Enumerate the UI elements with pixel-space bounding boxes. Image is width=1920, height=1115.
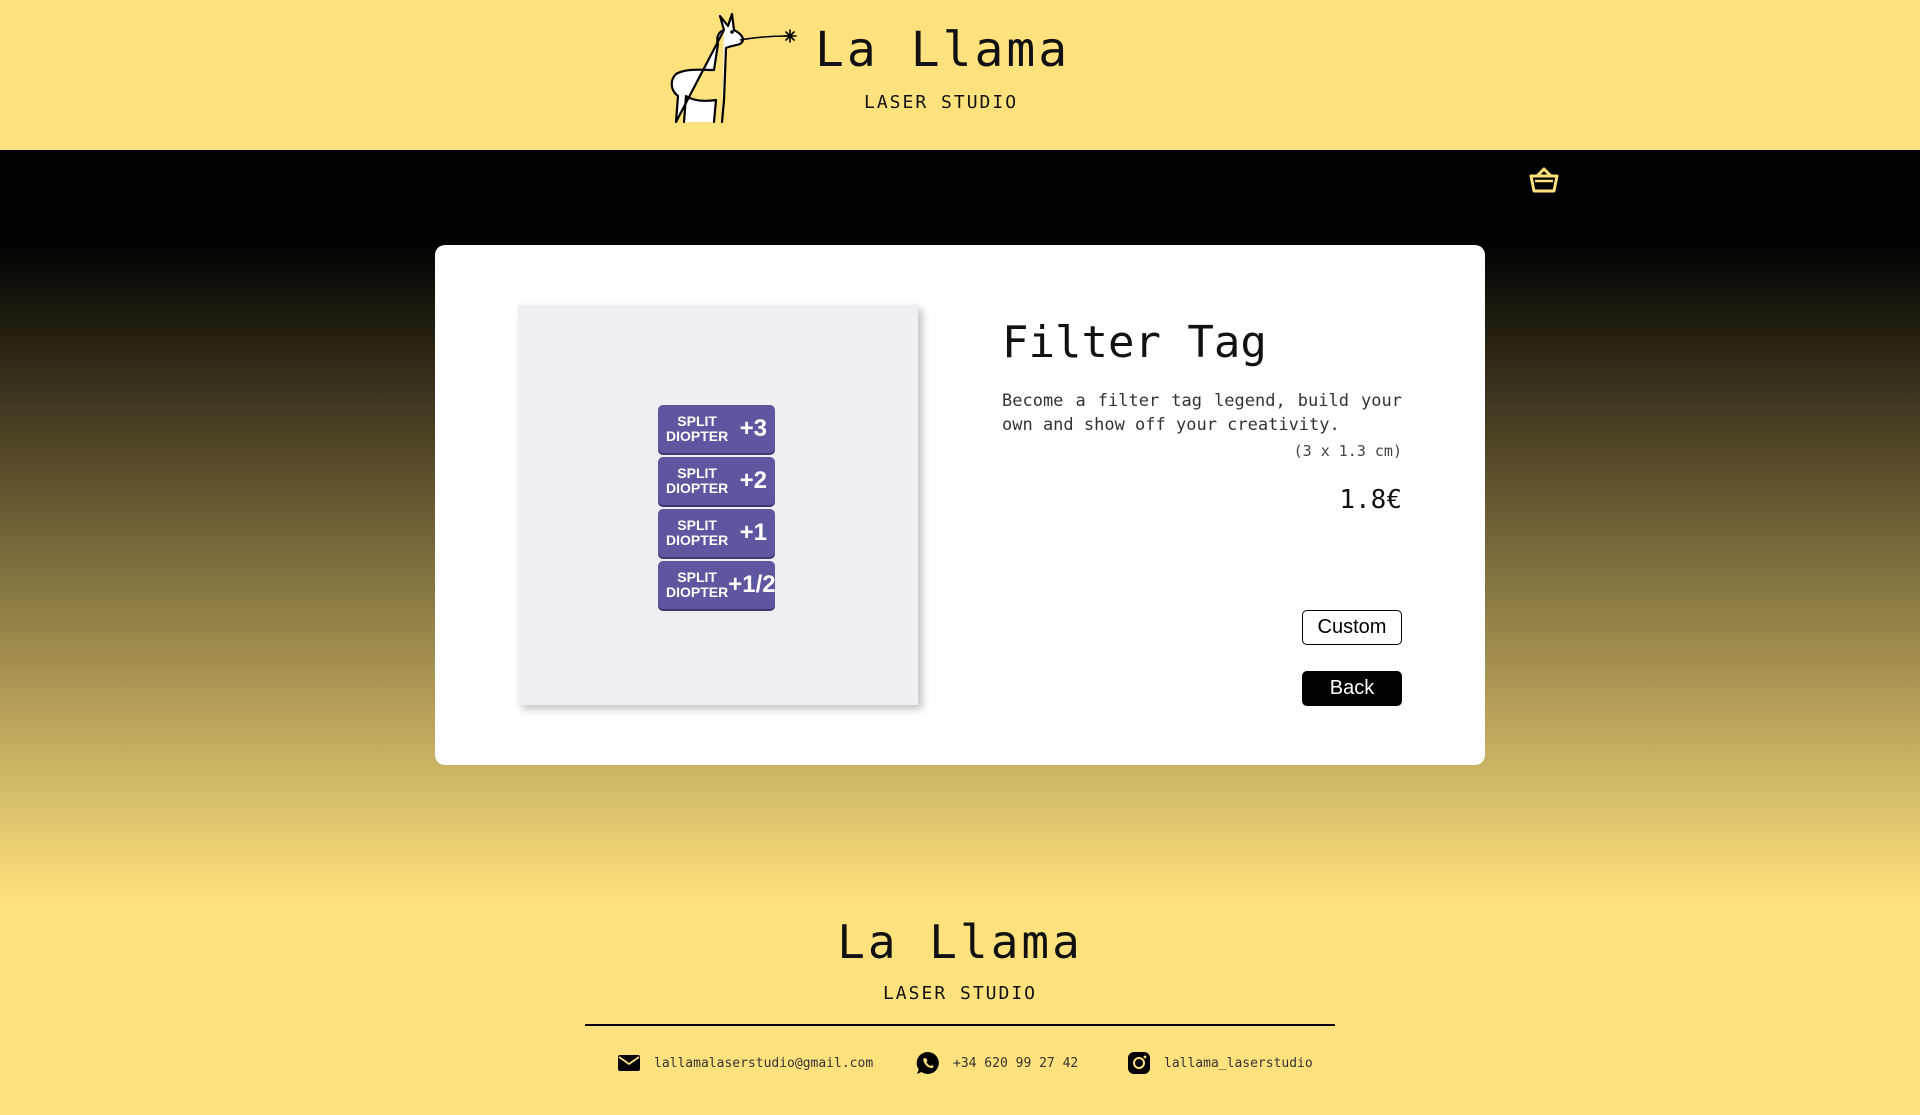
product-price: 1.8€	[1339, 485, 1402, 515]
basket-icon[interactable]	[1528, 164, 1560, 196]
footer-brand-title: La Llama	[837, 915, 1083, 969]
instagram-icon	[1128, 1052, 1150, 1074]
back-button[interactable]: Back	[1302, 671, 1402, 706]
filter-tag-line2: DIOPTER	[666, 584, 729, 600]
product-size: (3 x 1.3 cm)	[1293, 442, 1402, 460]
product-image: SPLIT DIOPTER +3 SPLIT DIOPTER +2 SPLIT DIOPTER…	[518, 305, 918, 705]
mail-icon	[618, 1055, 640, 1071]
contact-email[interactable]: lallamalaserstudio@gmail.com	[616, 1050, 873, 1076]
brand-title[interactable]: La Llama	[815, 22, 1070, 78]
product-card: SPLIT DIOPTER +3 SPLIT DIOPTER +2 SPLIT DIOPTER…	[435, 245, 1485, 765]
product-title: Filter Tag	[1002, 317, 1267, 368]
product-description: Become a filter tag legend, build your o…	[1002, 391, 1402, 435]
filter-tag-line2: DIOPTER	[666, 480, 729, 496]
filter-tag-label: SPLIT DIOPTER	[666, 570, 728, 600]
contact-instagram-text: lallama_laserstudio	[1164, 1055, 1313, 1071]
filter-tag: SPLIT DIOPTER +1/2	[658, 561, 776, 609]
filter-tag-value: +3	[739, 415, 767, 442]
filter-tag-line1: SPLIT	[677, 517, 717, 533]
filter-tags-stack: SPLIT DIOPTER +3 SPLIT DIOPTER +2 SPLIT DIOPTER…	[658, 405, 783, 613]
contact-email-text: lallamalaserstudio@gmail.com	[654, 1055, 874, 1071]
filter-tag-value: +1	[739, 519, 767, 546]
filter-tag-line1: SPLIT	[677, 569, 717, 585]
filter-tag-line2: DIOPTER	[666, 428, 729, 444]
custom-button[interactable]: Custom	[1302, 610, 1402, 645]
filter-tag-value: +2	[739, 467, 767, 494]
filter-tag-value: +1/2	[728, 571, 776, 598]
site-header: La Llama LASER STUDIO	[0, 0, 1920, 150]
filter-tag-line1: SPLIT	[677, 465, 717, 481]
filter-tag-label: SPLIT DIOPTER	[666, 466, 728, 496]
contact-instagram[interactable]: lallama_laserstudio	[1126, 1050, 1313, 1076]
filter-tag: SPLIT DIOPTER +1	[658, 509, 775, 557]
contact-phone-text: +34 620 99 27 42	[953, 1055, 1079, 1071]
filter-tag: SPLIT DIOPTER +2	[658, 457, 775, 505]
filter-tag: SPLIT DIOPTER +3	[658, 405, 775, 453]
filter-tag-line1: SPLIT	[677, 413, 717, 429]
whatsapp-icon	[916, 1051, 939, 1074]
filter-tag-label: SPLIT DIOPTER	[666, 414, 728, 444]
llama-logo-icon[interactable]	[662, 10, 802, 128]
filter-tag-label: SPLIT DIOPTER	[666, 518, 728, 548]
filter-tag-line2: DIOPTER	[666, 532, 729, 548]
contact-whatsapp[interactable]: +34 620 99 27 42	[915, 1050, 1078, 1076]
footer-divider	[585, 1024, 1335, 1026]
brand-tagline: LASER STUDIO	[864, 92, 1019, 113]
footer-brand-tagline: LASER STUDIO	[882, 983, 1038, 1004]
